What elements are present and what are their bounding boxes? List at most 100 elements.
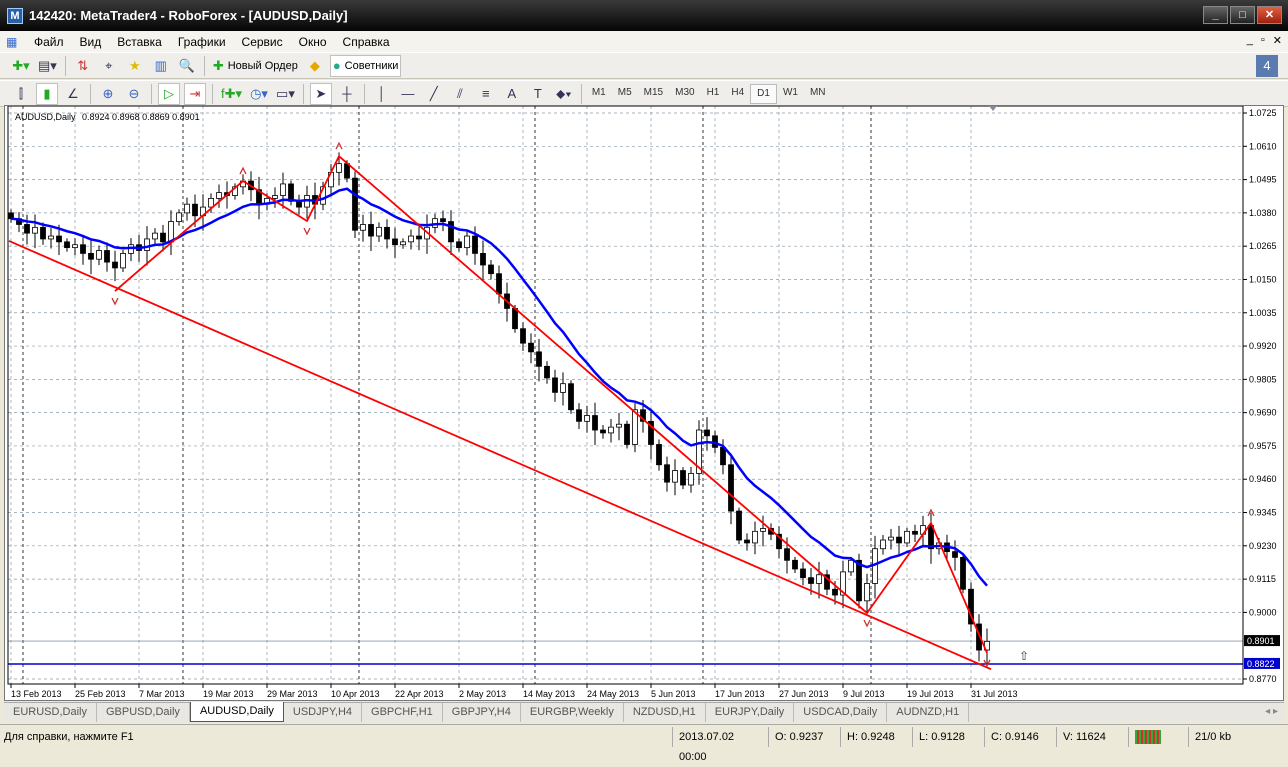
tf-m5[interactable]: M5	[612, 84, 638, 104]
tab-gbpchf-h1[interactable]: GBPCHF,H1	[362, 703, 443, 722]
tab-nzdusd-h1[interactable]: NZDUSD,H1	[624, 703, 706, 722]
equidistant-channel-icon[interactable]: ⫽	[449, 83, 471, 105]
tf-d1[interactable]: D1	[750, 83, 777, 104]
new-order-label: Новый Ордер	[227, 59, 298, 72]
vertical-line-icon[interactable]: │	[371, 83, 393, 105]
tf-w1[interactable]: W1	[777, 84, 804, 104]
menu-tools[interactable]: Сервис	[234, 35, 291, 49]
periods-icon[interactable]: ◷▾	[248, 83, 270, 105]
menu-file[interactable]: Файл	[26, 35, 72, 49]
tf-h1[interactable]: H1	[701, 84, 726, 104]
minimize-button[interactable]: _	[1203, 6, 1228, 24]
tab-scroll-arrows[interactable]: ◂ ▸	[1265, 706, 1278, 717]
menu-help[interactable]: Справка	[335, 35, 398, 49]
tf-m1[interactable]: M1	[586, 84, 612, 104]
candle-body	[880, 539, 886, 550]
tab-gbpusd-daily[interactable]: GBPUSD,Daily	[97, 703, 190, 722]
tab-gbpjpy-h4[interactable]: GBPJPY,H4	[443, 703, 521, 722]
candle-body	[752, 530, 758, 544]
candle	[440, 210, 446, 232]
candle-body	[888, 536, 894, 541]
tab-usdjpy-h4[interactable]: USDJPY,H4	[284, 703, 363, 722]
tester-icon[interactable]: 🔍	[176, 55, 198, 77]
tab-eurjpy-daily[interactable]: EURJPY,Daily	[706, 703, 795, 722]
mdi-restore-icon[interactable]: ▫	[1261, 34, 1265, 47]
data-window-icon[interactable]: ⌖	[98, 55, 120, 77]
price-chart[interactable]: ⇧ 1.0725 1.0610 1.0495 1.0380 1.0265 1.0150 1.0…	[5, 106, 1283, 700]
candle	[464, 229, 470, 256]
market-watch-icon[interactable]: ⇅	[72, 55, 94, 77]
tf-m30[interactable]: M30	[669, 84, 700, 104]
text-label-icon[interactable]: T	[527, 83, 549, 105]
horizontal-line-icon[interactable]: —	[397, 83, 419, 105]
candle-body	[576, 409, 582, 422]
status-open: O: 0.9237	[768, 726, 840, 747]
menu-window[interactable]: Окно	[291, 35, 335, 49]
menu-view[interactable]: Вид	[72, 35, 110, 49]
candlestick-icon[interactable]: ▮	[36, 82, 58, 105]
mdi-close-icon[interactable]: ✕	[1273, 34, 1282, 47]
candle-body	[624, 423, 630, 445]
zoom-out-icon[interactable]: ⊖	[123, 83, 145, 105]
tf-h4[interactable]: H4	[725, 84, 750, 104]
y-tick-label: 1.0610	[1249, 141, 1277, 151]
autoscroll-icon[interactable]: ▷	[158, 82, 180, 105]
tab-eurusd-daily[interactable]: EURUSD,Daily	[4, 703, 97, 722]
templates-icon[interactable]: ▭▾	[274, 83, 297, 105]
y-tick-label: 0.8770	[1249, 674, 1277, 684]
menu-insert[interactable]: Вставка	[109, 35, 170, 49]
mdi-minimize-icon[interactable]: _	[1247, 34, 1253, 47]
close-button[interactable]: ✕	[1257, 6, 1282, 24]
chart-window[interactable]: ⇧ 1.0725 1.0610 1.0495 1.0380 1.0265 1.0150 1.0…	[4, 105, 1284, 701]
fractal-down-icon	[863, 619, 871, 628]
y-tick-label: 1.0725	[1249, 108, 1277, 118]
terminal-icon[interactable]: ▥	[150, 55, 172, 77]
candle	[272, 187, 278, 208]
candle-body	[376, 226, 382, 237]
status-traffic: 21/0 kb	[1188, 726, 1258, 747]
candle	[776, 526, 782, 559]
indicators-icon[interactable]: f✚▾	[219, 83, 244, 105]
text-icon[interactable]: A	[501, 83, 523, 105]
chart-shift-icon[interactable]: ⇥	[184, 82, 206, 105]
candle-body	[112, 261, 118, 269]
profiles-icon[interactable]: ▤▾	[36, 55, 59, 77]
tab-audnzd-h1[interactable]: AUDNZD,H1	[887, 703, 970, 722]
navigator-icon[interactable]: ★	[124, 55, 146, 77]
maximize-button[interactable]: □	[1230, 6, 1255, 24]
zoom-in-icon[interactable]: ⊕	[97, 83, 119, 105]
arrows-icon[interactable]: ⬥▾	[553, 83, 575, 105]
connection-icon[interactable]	[1128, 726, 1188, 747]
experts-button[interactable]: ● Советники	[329, 54, 402, 77]
candle	[80, 235, 86, 265]
candle	[128, 238, 134, 262]
candle	[840, 560, 846, 609]
tab-eurgbp-weekly[interactable]: EURGBP,Weekly	[521, 703, 624, 722]
candle-body	[632, 409, 638, 445]
bar-chart-icon[interactable]: ⫿	[10, 83, 32, 105]
notifications-icon[interactable]: 4	[1256, 54, 1278, 77]
standard-toolbar: ✚▾ ▤▾ ⇅ ⌖ ★ ▥ 🔍 ✚ Новый Ордер ◆ ● Советник…	[0, 52, 1288, 79]
tab-audusd-daily[interactable]: AUDUSD,Daily	[189, 702, 284, 722]
crosshair-icon[interactable]: ┼	[336, 83, 358, 105]
line-chart-icon[interactable]: ∠	[62, 83, 84, 105]
moving-average-line	[10, 187, 988, 587]
candle	[112, 250, 118, 282]
menu-charts[interactable]: Графики	[170, 35, 234, 49]
tf-mn[interactable]: MN	[804, 84, 832, 104]
tab-usdcad-daily[interactable]: USDCAD,Daily	[794, 703, 888, 722]
alert-icon[interactable]: ◆	[304, 55, 326, 77]
candle	[560, 372, 566, 406]
new-chart-icon[interactable]: ✚▾	[10, 55, 32, 77]
status-volume: V: 11624	[1056, 726, 1128, 747]
tf-m15[interactable]: M15	[638, 84, 669, 104]
cursor-icon[interactable]: ➤	[309, 82, 332, 105]
candle-body	[400, 241, 406, 246]
candle	[416, 226, 422, 251]
x-tick-label: 24 May 2013	[587, 689, 639, 699]
new-order-button[interactable]: ✚ Новый Ордер	[211, 55, 300, 77]
fibonacci-icon[interactable]: ≡	[475, 83, 497, 105]
candle-body	[104, 250, 110, 263]
trendline-icon[interactable]: ╱	[423, 83, 445, 105]
candle-body	[88, 253, 94, 260]
